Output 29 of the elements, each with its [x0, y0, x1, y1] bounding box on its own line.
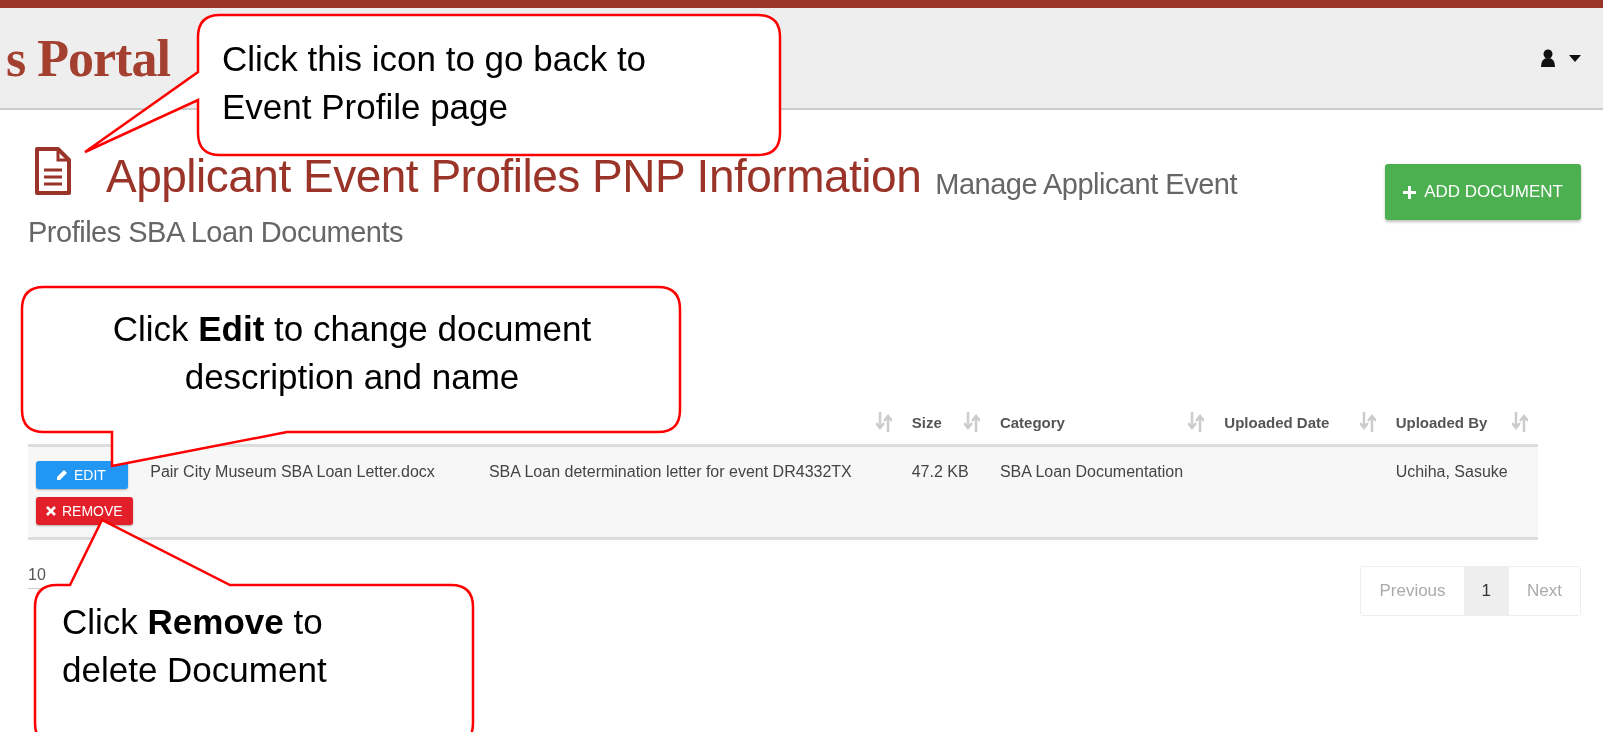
column-header[interactable]: Size [911, 413, 942, 431]
column-header[interactable]: Category [999, 413, 1065, 431]
callout-text: Click this icon to go back to Event Profile page [222, 38, 648, 128]
plus-icon [1403, 185, 1417, 199]
sort-icon[interactable] [1359, 412, 1376, 432]
close-icon [46, 506, 56, 516]
callout-text: Click Remove to delete Document [62, 601, 328, 691]
table-cell: Uchiha, Sasuke [1395, 463, 1508, 480]
column-header[interactable]: Uploaded Date [1224, 413, 1330, 431]
portal-logo[interactable]: s Portal [6, 28, 170, 88]
user-icon[interactable] [1541, 49, 1555, 67]
caret-icon[interactable] [1569, 54, 1581, 62]
column-header[interactable]: Uploaded By [1395, 413, 1488, 431]
sort-icon[interactable] [875, 412, 892, 432]
callout-text: Click Edit to change document description and name [111, 308, 593, 398]
document-icon[interactable] [34, 146, 72, 196]
sort-icon[interactable] [963, 412, 980, 432]
page-subtitle: Manage Applicant Event [935, 167, 1237, 202]
remove-button[interactable]: REMOVE [36, 497, 133, 525]
page-subtitle: Profiles SBA Loan Documents [28, 215, 403, 250]
pagination-button[interactable]: 1 [1463, 567, 1510, 615]
sort-icon[interactable] [1512, 412, 1528, 432]
sort-icon[interactable] [1188, 412, 1205, 432]
page-length-select[interactable]: 10 [28, 566, 46, 584]
table-cell: 47.2 KB [911, 463, 969, 480]
page-title: Applicant Event Profiles PNP Information [106, 149, 922, 204]
table-cell: SBA Loan Documentation [999, 463, 1184, 480]
table-cell: Pair City Museum SBA Loan Letter.docx [150, 463, 435, 480]
table-cell: SBA Loan determination letter for event DR4332TX [488, 463, 852, 480]
